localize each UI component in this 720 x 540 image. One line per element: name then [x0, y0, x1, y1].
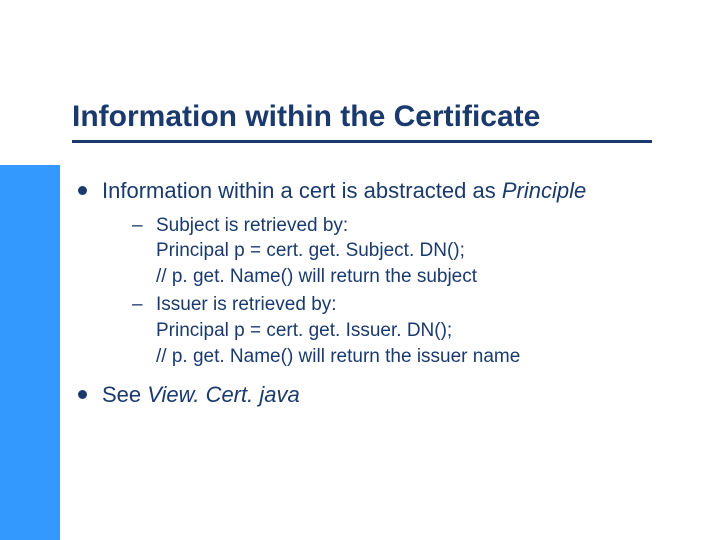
sub-list: Subject is retrieved by: Principal p = c…	[102, 213, 680, 370]
bullet2-italic: View. Cert. java	[147, 382, 299, 407]
sidebar-accent	[0, 165, 60, 540]
sub1-line3: // p. get. Name() will return the subjec…	[156, 266, 477, 287]
main-list: Information within a cert is abstracted …	[72, 177, 680, 409]
sub-subject: Subject is retrieved by: Principal p = c…	[102, 213, 680, 290]
slide-title: Information within the Certificate	[72, 100, 680, 134]
title-underline	[72, 140, 652, 143]
sub2-line1: Issuer is retrieved by:	[156, 294, 337, 315]
sub1-line2: Principal p = cert. get. Subject. DN();	[156, 240, 465, 261]
bullet1-italic: Principle	[502, 178, 586, 203]
bullet2-text: See	[102, 382, 147, 407]
sub-issuer: Issuer is retrieved by: Principal p = ce…	[102, 292, 680, 369]
sub2-line3: // p. get. Name() will return the issuer…	[156, 346, 520, 367]
bullet1-text: Information within a cert is abstracted …	[102, 178, 502, 203]
bullet-see: See View. Cert. java	[72, 381, 680, 409]
bullet-info-abstracted: Information within a cert is abstracted …	[72, 177, 680, 369]
slide-content: Information within the Certificate Infor…	[72, 100, 680, 419]
sub1-line1: Subject is retrieved by:	[156, 215, 348, 236]
sub2-line2: Principal p = cert. get. Issuer. DN();	[156, 320, 452, 341]
